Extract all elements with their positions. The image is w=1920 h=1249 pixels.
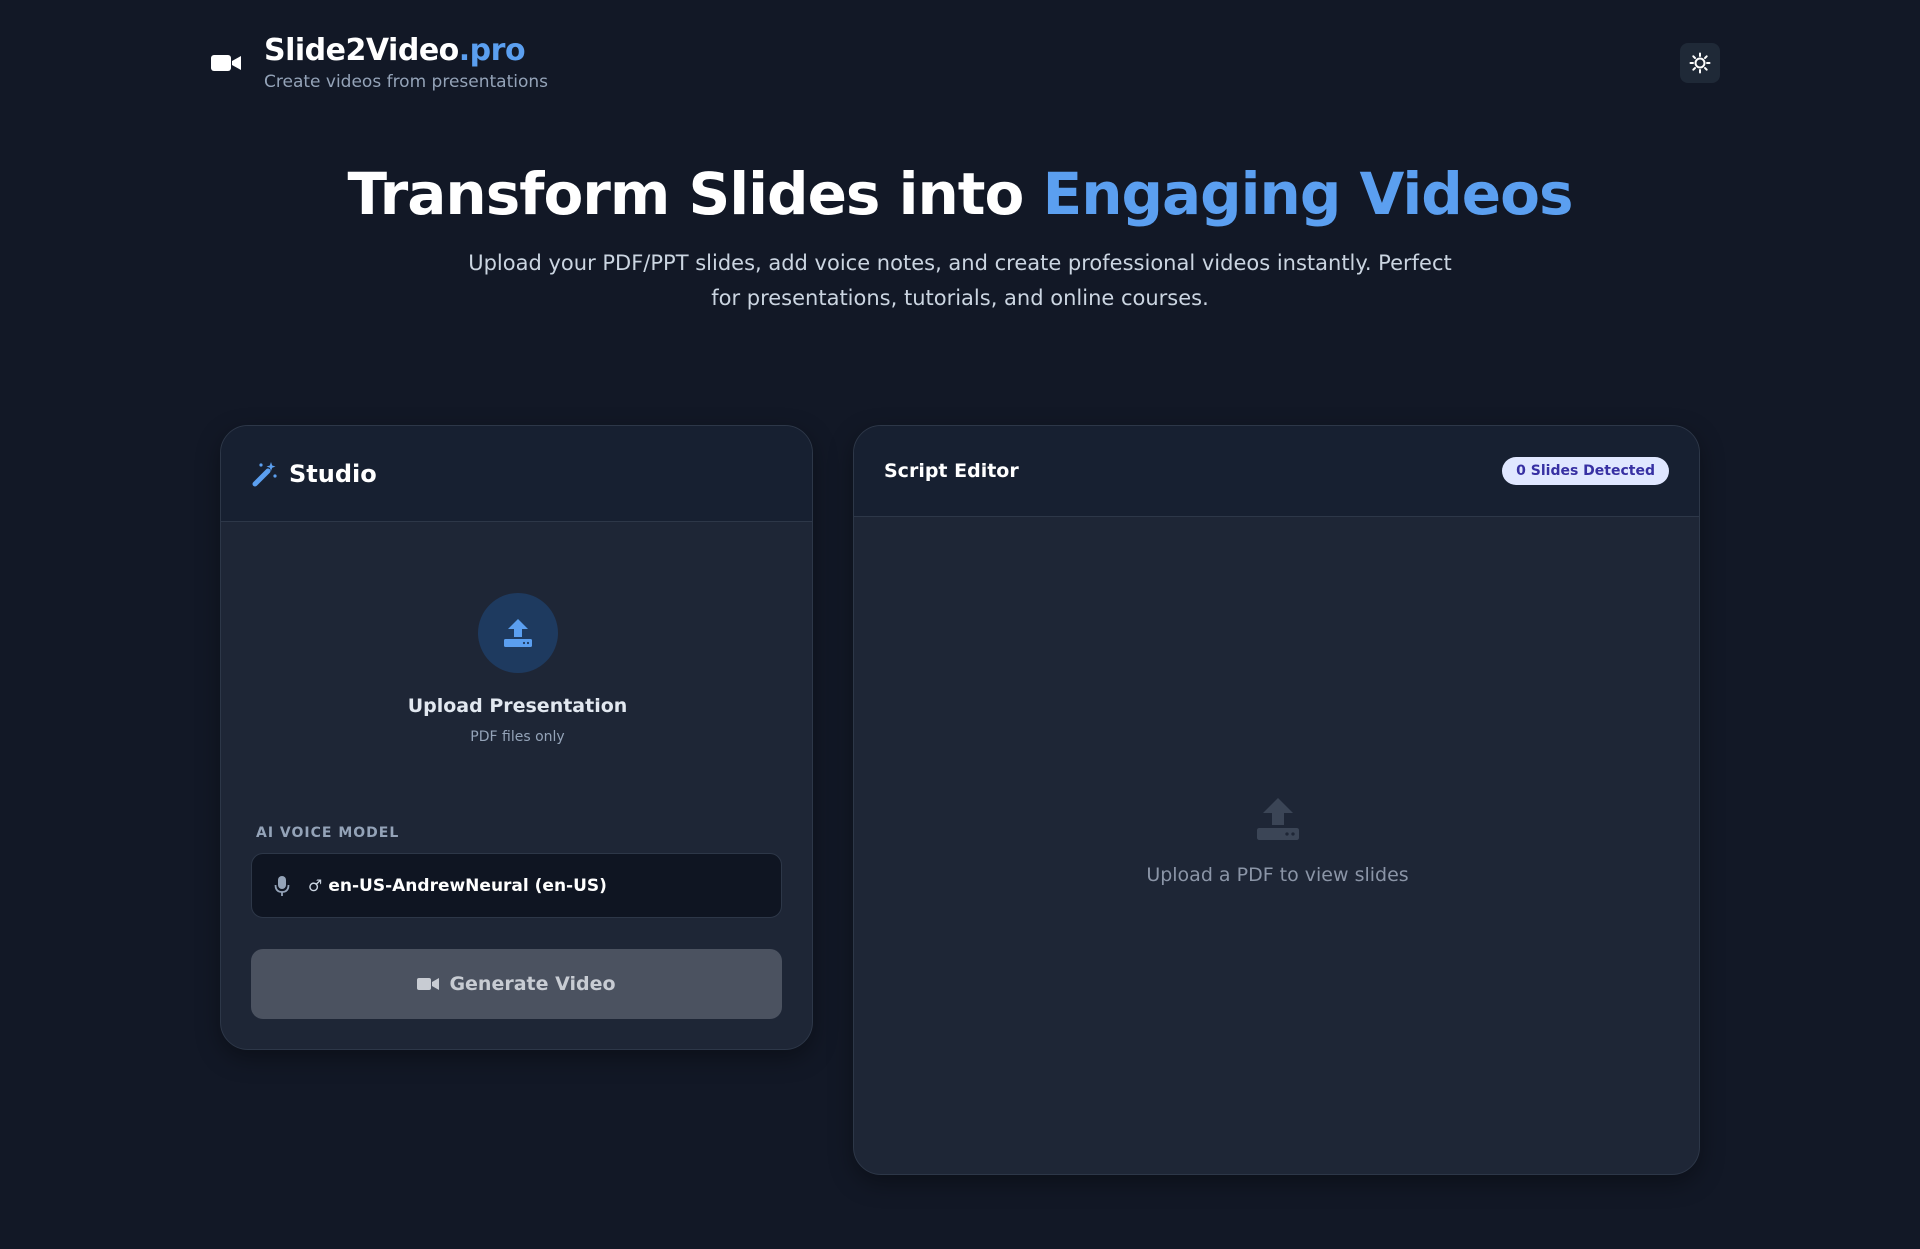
page: Slide2Video.pro Create videos from prese… [0,0,1920,1249]
video-camera-icon [211,55,241,71]
brand-name[interactable]: Slide2Video.pro [264,34,548,68]
script-editor-title: Script Editor [884,460,1019,482]
studio-title: Studio [289,459,377,488]
hero-title-accent: Engaging Videos [1042,160,1574,228]
generate-video-button[interactable]: Generate Video [251,949,782,1019]
upload-icon [1256,798,1299,840]
studio-card: Studio Upload Presentation PDF files onl… [220,425,813,1050]
video-camera-icon [417,978,440,990]
microphone-icon [274,875,290,896]
voice-model-value: en-US-AndrewNeural (en-US) [328,875,607,896]
brand-name-main: Slide2Video [264,33,459,68]
voice-model-select[interactable]: ♂ en-US-AndrewNeural (en-US) [251,853,782,918]
sun-icon [1689,52,1711,74]
generate-video-label: Generate Video [449,973,616,995]
app-header: Slide2Video.pro Create videos from prese… [210,34,548,92]
script-editor-card: Script Editor 0 Slides Detected Upload a… [853,425,1700,1175]
upload-hint: PDF files only [470,729,565,745]
voice-model-label: AI VOICE MODEL [256,825,400,841]
brand-block: Slide2Video.pro Create videos from prese… [264,34,549,93]
hero-subtitle: Upload your PDF/PPT slides, add voice no… [468,251,1452,310]
hero-title: Transform Slides into Engaging Videos [0,160,1920,228]
empty-state: Upload a PDF to view slides [854,796,1699,886]
magic-wand-icon [252,461,277,486]
empty-state-text: Upload a PDF to view slides [1146,864,1409,886]
upload-dropzone[interactable]: Upload Presentation PDF files only [221,522,812,762]
upload-circle [477,593,558,673]
brand-name-accent: .pro [458,33,526,68]
slides-count-badge: 0 Slides Detected [1502,457,1669,485]
upload-icon [503,619,532,647]
theme-toggle-button[interactable] [1680,43,1720,83]
script-editor-header: Script Editor 0 Slides Detected [854,426,1699,517]
brand-tagline: Create videos from presentations [264,72,549,92]
hero-title-main: Transform Slides into [347,160,1043,228]
upload-title: Upload Presentation [407,695,628,717]
studio-header: Studio [221,426,812,522]
voice-gender-symbol: ♂ [308,876,323,895]
